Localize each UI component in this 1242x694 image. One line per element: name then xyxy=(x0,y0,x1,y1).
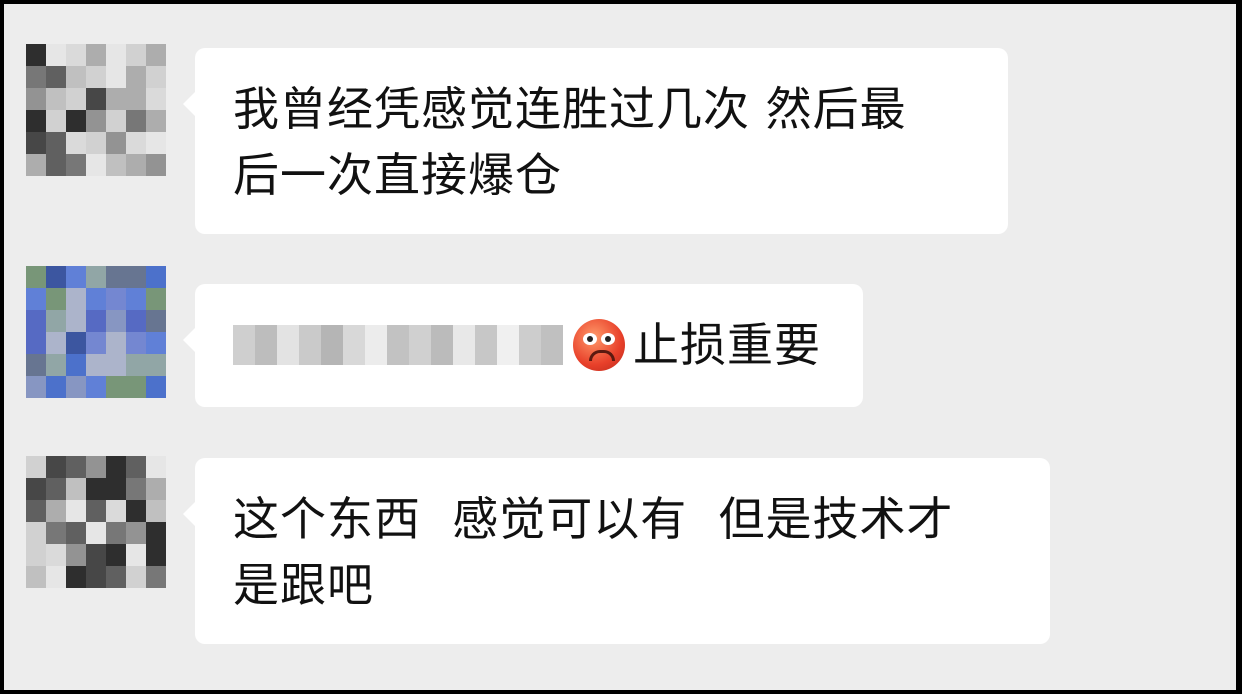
chat-area: 我曾经凭感觉连胜过几次 然后最 后一次直接爆仓 止损重要 这个东西 感觉可以有 … xyxy=(4,4,1236,690)
sender-avatar[interactable] xyxy=(26,456,166,588)
sender-avatar[interactable] xyxy=(26,266,166,398)
message-text: 我曾经凭感觉连胜过几次 然后最 后一次直接爆仓 xyxy=(233,82,907,202)
message-text: 这个东西 感觉可以有 但是技术才 是跟吧 xyxy=(233,492,954,612)
message-bubble[interactable]: 这个东西 感觉可以有 但是技术才 是跟吧 xyxy=(183,458,1050,644)
message-text: 止损重要 xyxy=(633,318,821,372)
message-bubble[interactable]: 止损重要 xyxy=(183,284,863,407)
message-bubble[interactable]: 我曾经凭感觉连胜过几次 然后最 后一次直接爆仓 xyxy=(183,48,1008,234)
message-line: 止损重要 xyxy=(233,312,831,378)
redacted-text xyxy=(233,325,563,365)
angry-face-emoji-icon xyxy=(573,319,625,371)
sender-avatar[interactable] xyxy=(26,44,166,176)
